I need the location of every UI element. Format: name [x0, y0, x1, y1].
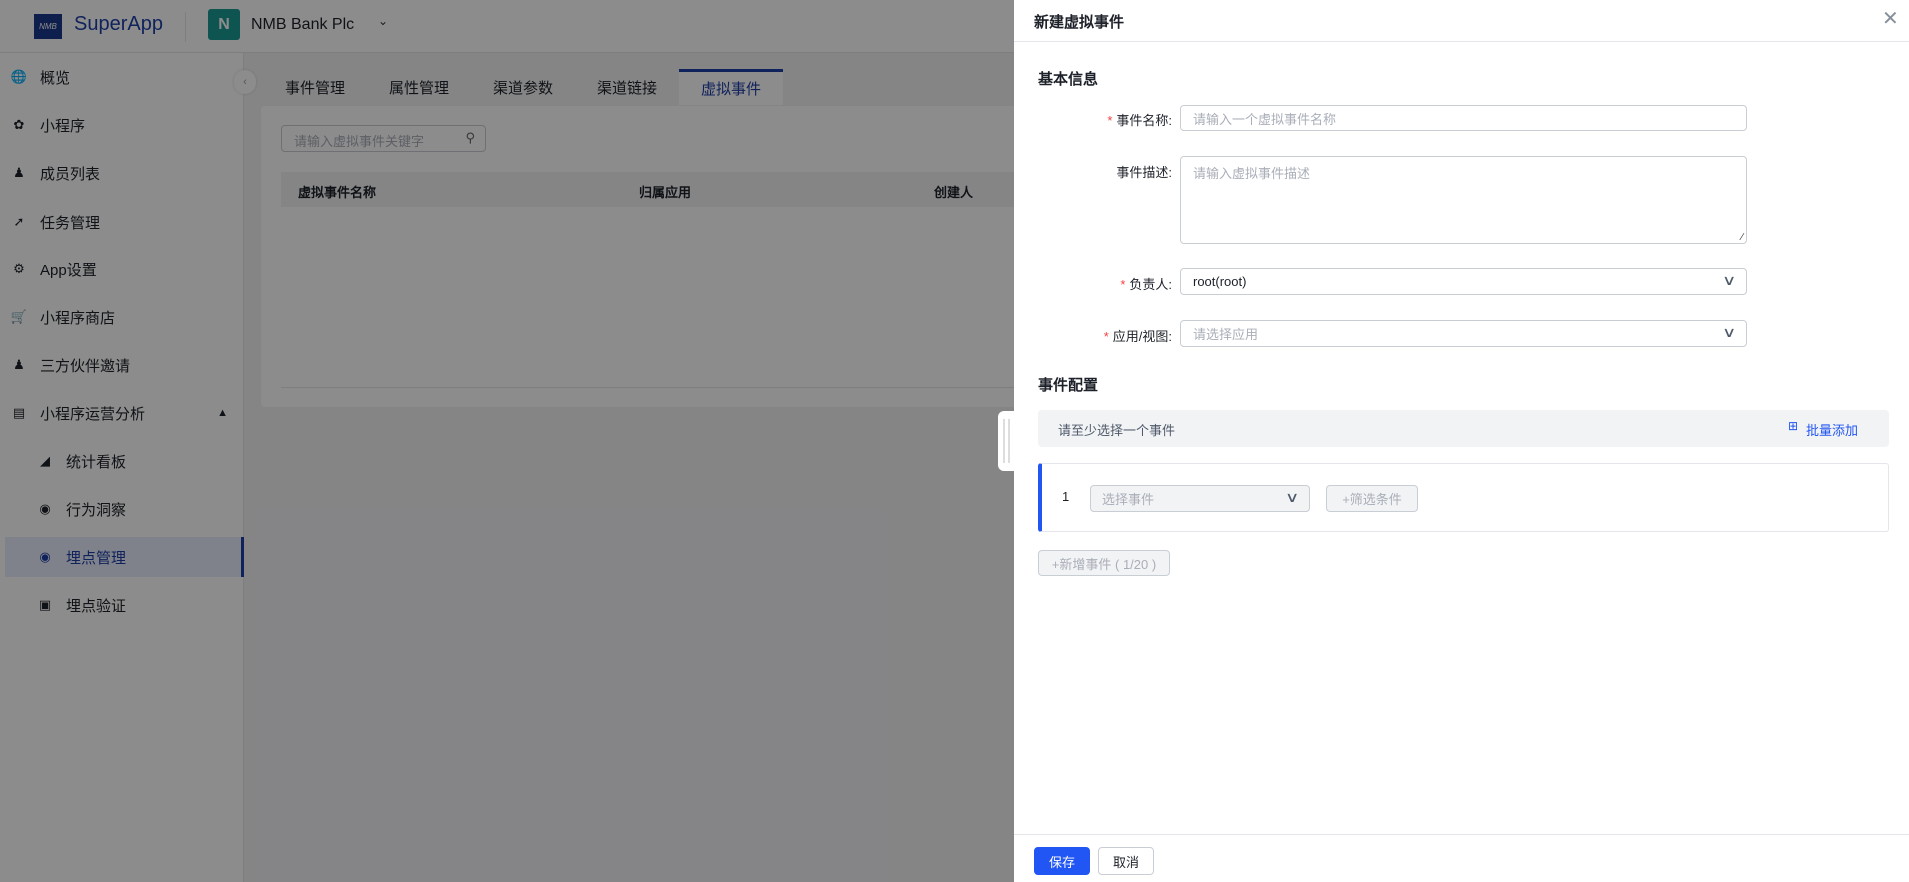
app-view-select[interactable]: 请选择应用 ∨: [1180, 320, 1747, 347]
drawer-title: 新建虚拟事件: [1034, 14, 1125, 31]
placeholder: 选择事件: [1102, 492, 1155, 507]
section-event-config: 事件配置: [1038, 377, 1099, 394]
drawer-resize-handle[interactable]: [998, 411, 1014, 471]
grid-add-icon[interactable]: ⊞: [1788, 419, 1798, 433]
resize-grip-icon[interactable]: ∕: [1741, 232, 1743, 243]
batch-add-button[interactable]: 批量添加: [1806, 420, 1858, 439]
event-row: 1 选择事件 ∨ +筛选条件: [1038, 463, 1889, 532]
divider: [1014, 41, 1909, 42]
save-button[interactable]: 保存: [1034, 847, 1090, 875]
app-view-label: * 应用/视图:: [1103, 329, 1172, 344]
footer-divider: [1014, 834, 1909, 835]
event-select[interactable]: 选择事件 ∨: [1090, 485, 1310, 512]
chevron-down-icon: ∨: [1284, 489, 1300, 505]
event-index: 1: [1062, 489, 1070, 504]
label-text: 应用/视图:: [1112, 329, 1172, 344]
placeholder: 请选择应用: [1193, 327, 1259, 342]
event-desc-label: 事件描述:: [1116, 165, 1172, 180]
owner-select[interactable]: root(root) ∨: [1180, 268, 1747, 295]
add-event-button[interactable]: +新增事件 ( 1/20 ): [1038, 550, 1170, 576]
cancel-button[interactable]: 取消: [1098, 847, 1154, 875]
event-hint-bar: 请至少选择一个事件 ⊞ 批量添加: [1038, 410, 1889, 447]
section-basic-info: 基本信息: [1038, 71, 1099, 88]
hint-text: 请至少选择一个事件: [1058, 423, 1176, 438]
event-desc-textarea[interactable]: 请输入虚拟事件描述 ∕: [1180, 156, 1747, 244]
owner-label: * 负责人:: [1120, 277, 1172, 292]
close-icon[interactable]: ✕: [1882, 6, 1899, 31]
add-filter-button[interactable]: +筛选条件: [1326, 485, 1418, 512]
chevron-down-icon: ∨: [1721, 272, 1737, 288]
placeholder: 请输入一个虚拟事件名称: [1193, 111, 1337, 127]
label-text: 事件名称:: [1116, 113, 1172, 128]
event-name-input[interactable]: 请输入一个虚拟事件名称: [1180, 105, 1747, 131]
placeholder: 请输入虚拟事件描述: [1193, 166, 1311, 181]
selected-value: root(root): [1193, 274, 1247, 289]
chevron-down-icon: ∨: [1721, 324, 1737, 340]
label-text: 负责人:: [1129, 277, 1172, 292]
new-virtual-event-drawer: 新建虚拟事件 ✕ 基本信息 * 事件名称: 请输入一个虚拟事件名称 事件描述: 请…: [1014, 0, 1909, 882]
event-name-label: * 事件名称:: [1107, 113, 1172, 128]
